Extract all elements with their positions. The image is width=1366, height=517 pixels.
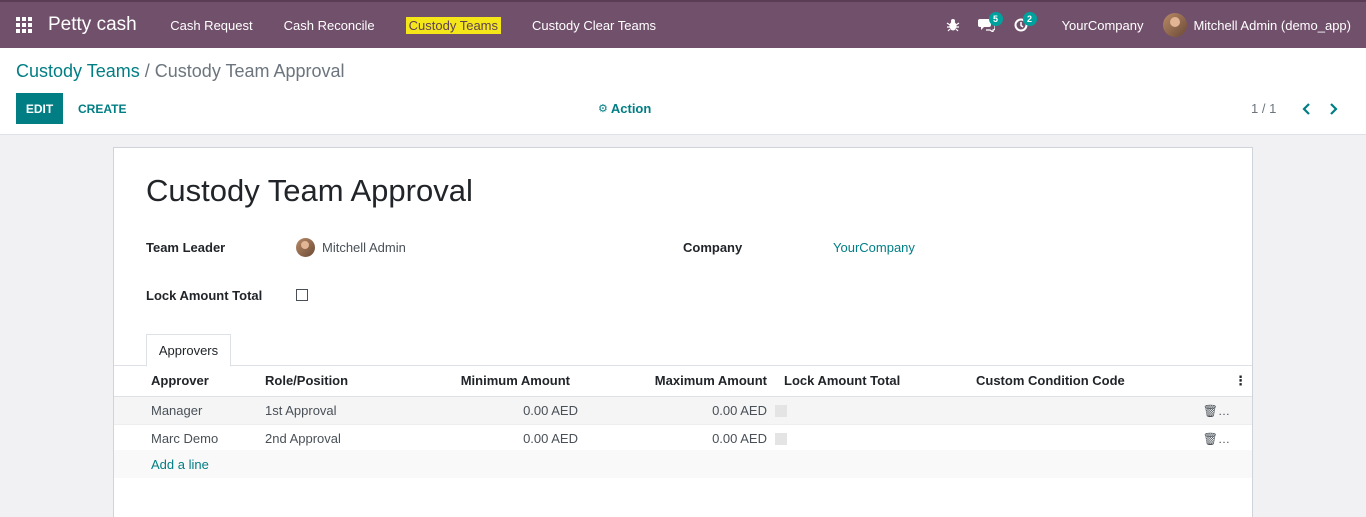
- cell-approver[interactable]: Manager: [151, 396, 265, 425]
- team-leader-label: Team Leader: [146, 240, 226, 255]
- column-max-amount[interactable]: Maximum Amount: [578, 366, 767, 397]
- row-spacer: [114, 396, 151, 425]
- action-label: Action: [610, 101, 652, 116]
- column-lock-amount[interactable]: Lock Amount Total: [767, 366, 976, 397]
- company-field[interactable]: YourCompany: [833, 240, 915, 255]
- cell-lock-amount[interactable]: [767, 424, 976, 453]
- table-row[interactable]: Manager 1st Approval 0.00 AED 0.00 AED 🗑…: [114, 396, 1252, 425]
- lock-amount-label: Lock Amount Total: [146, 288, 263, 303]
- menu-cash-request[interactable]: Cash Request: [155, 2, 268, 48]
- notebook-tabs: Approvers: [114, 334, 1252, 367]
- tab-approvers[interactable]: Approvers: [146, 334, 231, 367]
- breadcrumb-parent[interactable]: Custody Teams: [16, 61, 140, 81]
- column-min-amount[interactable]: Minimum Amount: [387, 366, 578, 397]
- column-role[interactable]: Role/Position: [265, 366, 387, 397]
- approvers-table: Approver Role/Position Minimum Amount Ma…: [114, 366, 1252, 453]
- team-leader-field[interactable]: Mitchell Admin: [296, 237, 406, 257]
- messages-badge: 5: [988, 12, 1003, 26]
- table-header-row: Approver Role/Position Minimum Amount Ma…: [114, 366, 1252, 397]
- lock-amount-checkbox[interactable]: [296, 289, 308, 301]
- activities-icon[interactable]: 2: [1004, 2, 1038, 48]
- team-leader-value: Mitchell Admin: [322, 239, 406, 255]
- cell-min-amount[interactable]: 0.00 AED: [387, 424, 578, 453]
- user-name: Mitchell Admin (demo_app): [1193, 17, 1351, 33]
- pager-previous-icon[interactable]: [1301, 93, 1311, 124]
- cell-role[interactable]: 2nd Approval: [265, 424, 387, 453]
- menu-cash-reconcile[interactable]: Cash Reconcile: [268, 2, 390, 48]
- delete-row-icon[interactable]: 🗑…: [1198, 396, 1252, 425]
- optional-columns-icon[interactable]: ⋮: [1198, 366, 1252, 397]
- column-condition-code[interactable]: Custom Condition Code: [976, 366, 1198, 397]
- company-label: Company: [683, 240, 743, 255]
- pager-next-icon[interactable]: [1329, 93, 1339, 124]
- messages-icon[interactable]: 5: [970, 2, 1004, 48]
- cell-role[interactable]: 1st Approval: [265, 396, 387, 425]
- pager-value[interactable]: 1 / 1: [1251, 93, 1276, 124]
- table-row[interactable]: Marc Demo 2nd Approval 0.00 AED 0.00 AED…: [114, 424, 1252, 453]
- header-spacer: [114, 366, 151, 397]
- main-menu: Cash Request Cash Reconcile Custody Team…: [155, 2, 672, 48]
- control-panel: Custody Teams / Custody Team Approval ED…: [0, 48, 1366, 135]
- apps-menu-icon[interactable]: [0, 2, 48, 48]
- bug-icon[interactable]: [936, 2, 970, 48]
- create-button[interactable]: CREATE: [78, 93, 126, 124]
- cell-condition-code[interactable]: [976, 396, 1198, 425]
- cell-lock-amount[interactable]: [767, 396, 976, 425]
- cell-max-amount[interactable]: 0.00 AED: [578, 424, 767, 453]
- user-menu[interactable]: Mitchell Admin (demo_app): [1163, 13, 1366, 37]
- top-navbar: Petty cash Cash Request Cash Reconcile C…: [0, 0, 1366, 48]
- add-line-link[interactable]: Add a line: [151, 457, 209, 472]
- column-max-amount-label: Maximum Amount: [654, 373, 767, 389]
- breadcrumb-current: Custody Team Approval: [154, 61, 345, 81]
- edit-button[interactable]: EDIT: [16, 93, 63, 124]
- menu-custody-clear-teams[interactable]: Custody Clear Teams: [517, 2, 672, 48]
- cell-approver[interactable]: Marc Demo: [151, 424, 265, 453]
- add-line-row: Add a line: [114, 450, 1252, 478]
- user-avatar: [1163, 13, 1188, 37]
- team-leader-avatar: [296, 237, 315, 257]
- company-switcher[interactable]: YourCompany: [1038, 18, 1164, 33]
- systray: 5 2 YourCompany Mitchell Admin (demo_app…: [936, 2, 1366, 48]
- cell-condition-code[interactable]: [976, 424, 1198, 453]
- menu-custody-teams-label: Custody Teams: [405, 16, 502, 34]
- column-approver[interactable]: Approver: [151, 366, 265, 397]
- app-title[interactable]: Petty cash: [48, 14, 137, 36]
- column-min-amount-label: Minimum Amount: [460, 373, 570, 389]
- action-dropdown[interactable]: ⚙ Action: [598, 93, 651, 124]
- form-sheet: Custody Team Approval Team Leader Mitche…: [113, 147, 1253, 517]
- activities-badge: 2: [1022, 12, 1037, 26]
- row-spacer: [114, 424, 151, 453]
- breadcrumb: Custody Teams / Custody Team Approval: [16, 61, 345, 82]
- breadcrumb-separator: /: [144, 61, 150, 81]
- gear-icon: ⚙: [598, 103, 608, 115]
- lock-amount-row-checkbox[interactable]: [775, 433, 787, 446]
- delete-row-icon[interactable]: 🗑…: [1198, 424, 1252, 453]
- cell-min-amount[interactable]: 0.00 AED: [387, 396, 578, 425]
- lock-amount-row-checkbox[interactable]: [775, 405, 787, 418]
- menu-custody-teams[interactable]: Custody Teams: [390, 2, 516, 48]
- record-title: Custody Team Approval: [146, 173, 473, 208]
- cell-max-amount[interactable]: 0.00 AED: [578, 396, 767, 425]
